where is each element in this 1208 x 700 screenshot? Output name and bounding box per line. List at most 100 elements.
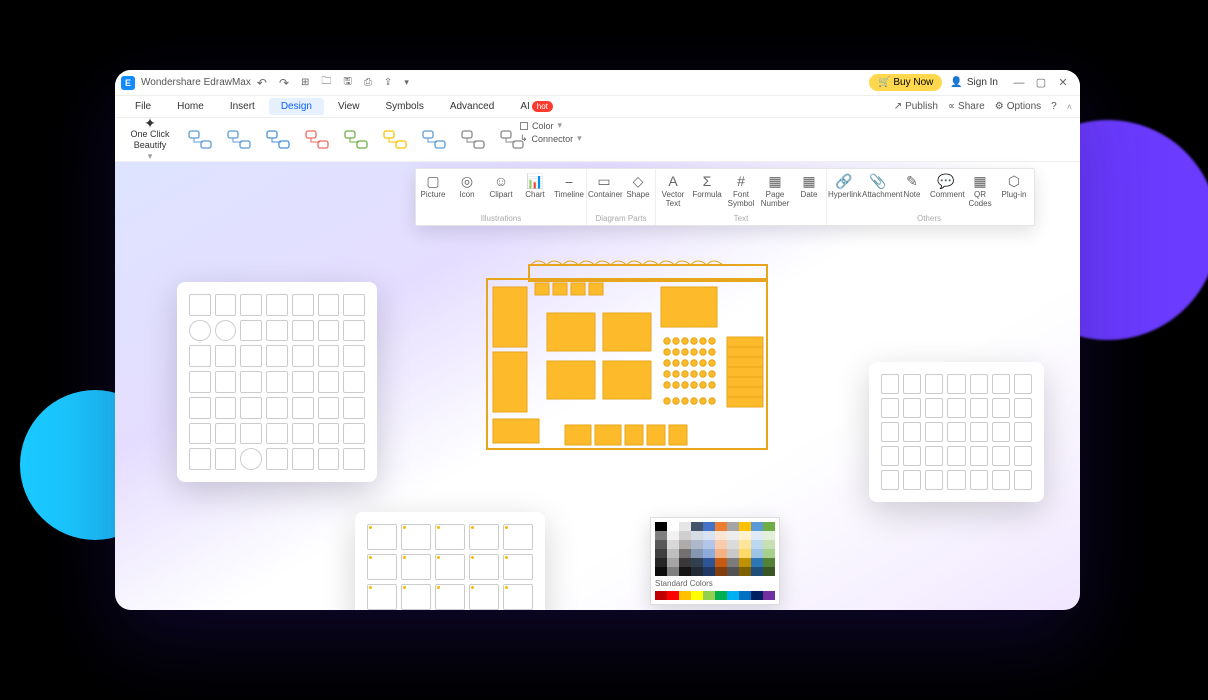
color-swatch[interactable] bbox=[751, 540, 763, 549]
color-swatch[interactable] bbox=[691, 591, 703, 600]
appliance-shapes-panel[interactable] bbox=[869, 362, 1044, 502]
symbol[interactable] bbox=[215, 397, 237, 419]
color-swatch[interactable] bbox=[751, 522, 763, 531]
color-swatch[interactable] bbox=[715, 540, 727, 549]
symbol[interactable] bbox=[189, 423, 211, 445]
symbol[interactable] bbox=[343, 448, 365, 470]
close-button[interactable]: ✕ bbox=[1052, 76, 1074, 89]
menu-file[interactable]: File bbox=[123, 98, 163, 115]
symbol[interactable] bbox=[992, 422, 1010, 442]
dimension-shapes-panel[interactable] bbox=[355, 512, 545, 610]
color-swatch[interactable] bbox=[655, 540, 667, 549]
theme-shape-4[interactable] bbox=[339, 126, 372, 154]
symbol[interactable] bbox=[903, 470, 921, 490]
symbol[interactable] bbox=[266, 345, 288, 367]
symbol[interactable] bbox=[318, 448, 340, 470]
color-swatch[interactable] bbox=[715, 558, 727, 567]
color-swatch[interactable] bbox=[667, 567, 679, 576]
symbol[interactable] bbox=[215, 371, 237, 393]
color-swatch[interactable] bbox=[691, 522, 703, 531]
color-swatch[interactable] bbox=[727, 540, 739, 549]
collapse-ribbon-button[interactable]: ˄ bbox=[1067, 101, 1072, 112]
symbol[interactable] bbox=[469, 554, 499, 580]
symbol[interactable] bbox=[367, 554, 397, 580]
color-swatch[interactable] bbox=[739, 549, 751, 558]
symbol[interactable] bbox=[401, 554, 431, 580]
color-swatch[interactable] bbox=[715, 522, 727, 531]
symbol[interactable] bbox=[1014, 446, 1032, 466]
symbol[interactable] bbox=[367, 584, 397, 610]
symbol[interactable] bbox=[292, 448, 314, 470]
symbol[interactable] bbox=[925, 422, 943, 442]
symbol[interactable] bbox=[970, 398, 988, 418]
menu-view[interactable]: View bbox=[326, 98, 372, 115]
symbol[interactable] bbox=[401, 584, 431, 610]
furniture-shapes-panel[interactable] bbox=[177, 282, 377, 482]
menu-advanced[interactable]: Advanced bbox=[438, 98, 506, 115]
color-swatch[interactable] bbox=[715, 591, 727, 600]
buy-now-button[interactable]: 🛒 Buy Now bbox=[869, 74, 942, 91]
menu-insert[interactable]: Insert bbox=[218, 98, 267, 115]
symbol[interactable] bbox=[401, 524, 431, 550]
color-swatch[interactable] bbox=[655, 558, 667, 567]
symbol[interactable] bbox=[292, 345, 314, 367]
symbol[interactable] bbox=[881, 374, 899, 394]
symbol[interactable] bbox=[903, 398, 921, 418]
symbol[interactable] bbox=[469, 524, 499, 550]
symbol[interactable] bbox=[240, 448, 262, 470]
symbol[interactable] bbox=[318, 397, 340, 419]
color-swatch[interactable] bbox=[679, 522, 691, 531]
color-swatch[interactable] bbox=[703, 549, 715, 558]
color-swatch[interactable] bbox=[763, 567, 775, 576]
color-swatch[interactable] bbox=[751, 591, 763, 600]
one-click-beautify-button[interactable]: ✦ One Click Beautify ▾ bbox=[121, 118, 179, 162]
color-swatch[interactable] bbox=[655, 531, 667, 540]
symbol[interactable] bbox=[189, 371, 211, 393]
symbol[interactable] bbox=[292, 423, 314, 445]
print-button[interactable]: ⎙ bbox=[358, 75, 378, 90]
theme-shape-5[interactable] bbox=[378, 126, 411, 154]
color-swatch[interactable] bbox=[715, 549, 727, 558]
symbol[interactable] bbox=[189, 294, 211, 316]
symbol[interactable] bbox=[292, 294, 314, 316]
symbol[interactable] bbox=[240, 345, 262, 367]
menu-home[interactable]: Home bbox=[165, 98, 216, 115]
share-button[interactable]: ∝ Share bbox=[948, 101, 985, 112]
symbol[interactable] bbox=[992, 374, 1010, 394]
color-swatch[interactable] bbox=[703, 540, 715, 549]
help-button[interactable]: ? bbox=[1051, 101, 1057, 112]
symbol[interactable] bbox=[970, 422, 988, 442]
theme-shape-1[interactable] bbox=[222, 126, 255, 154]
color-swatch[interactable] bbox=[739, 540, 751, 549]
color-swatch[interactable] bbox=[667, 558, 679, 567]
color-swatch[interactable] bbox=[751, 531, 763, 540]
maximize-button[interactable]: ▢ bbox=[1030, 76, 1052, 89]
color-swatch[interactable] bbox=[727, 531, 739, 540]
color-swatch[interactable] bbox=[679, 531, 691, 540]
theme-shape-3[interactable] bbox=[300, 126, 333, 154]
symbol[interactable] bbox=[215, 448, 237, 470]
color-swatch[interactable] bbox=[655, 567, 667, 576]
symbol[interactable] bbox=[266, 448, 288, 470]
symbol[interactable] bbox=[947, 446, 965, 466]
color-swatch[interactable] bbox=[763, 540, 775, 549]
connector-dropdown[interactable]: ↳Connector ▾ bbox=[520, 133, 582, 144]
theme-shape-6[interactable] bbox=[417, 126, 450, 154]
color-swatch[interactable] bbox=[763, 531, 775, 540]
color-swatch[interactable] bbox=[655, 591, 667, 600]
color-swatch[interactable] bbox=[691, 540, 703, 549]
symbol[interactable] bbox=[292, 371, 314, 393]
symbol[interactable] bbox=[947, 422, 965, 442]
symbol[interactable] bbox=[215, 345, 237, 367]
color-swatch[interactable] bbox=[679, 591, 691, 600]
color-swatch[interactable] bbox=[655, 522, 667, 531]
symbol[interactable] bbox=[318, 345, 340, 367]
color-swatch[interactable] bbox=[739, 558, 751, 567]
symbol[interactable] bbox=[881, 398, 899, 418]
symbol[interactable] bbox=[881, 470, 899, 490]
fill-color-dropdown[interactable]: Color ▾ bbox=[520, 120, 582, 131]
color-swatch[interactable] bbox=[667, 549, 679, 558]
color-swatch[interactable] bbox=[763, 522, 775, 531]
color-swatch[interactable] bbox=[667, 522, 679, 531]
symbol[interactable] bbox=[992, 470, 1010, 490]
